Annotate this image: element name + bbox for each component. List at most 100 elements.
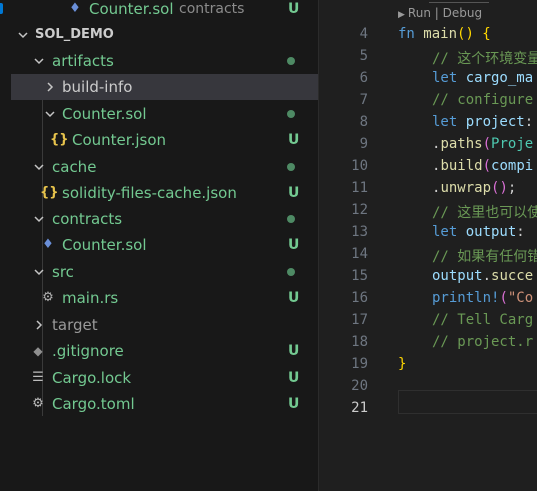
token: // Tell Carg [432,312,534,328]
token: // 这个环境变量 [432,51,537,67]
token: let [432,224,466,240]
line-number: 20 [351,378,368,394]
token: // project.r [432,334,534,350]
line-number: 6 [359,70,368,86]
code-line: fn main() { [398,26,491,42]
folder-label: target [52,316,98,334]
file-label: solidity-files-cache.json [62,184,237,202]
untracked-badge: U [288,1,300,17]
line-number: 11 [351,180,368,196]
token: cargo_ma [465,70,534,86]
chevron-right-icon [43,74,57,103]
ethereum-icon: ♦ [69,1,81,16]
rust-icon: ⚙ [42,290,54,305]
file-main-rs[interactable]: ⚙ main.rs U [11,285,318,311]
line-number: 10 [351,158,368,174]
folder-label: cache [52,158,97,176]
file-counter-sol[interactable]: ♦ Counter.sol U [11,232,318,258]
active-line-number: 21 [351,400,368,416]
current-line-highlight [398,390,537,414]
line-number: 17 [351,312,368,328]
line-number: 5 [359,48,368,64]
code-line: // 这个环境变量 [432,48,537,68]
codelens-label: Run | Debug [407,6,483,20]
untracked-badge: U [288,343,300,359]
file-label: Cargo.toml [52,395,135,413]
folder-src[interactable]: src [11,259,318,285]
token: unwrap [440,180,492,196]
token: output [432,268,483,284]
previous-line-fragment [429,0,489,3]
folder-label: Counter.sol [62,105,147,123]
chevron-down-icon [32,154,46,182]
file-cargo-lock[interactable]: ☰ Cargo.lock U [11,365,318,391]
folder-label: contracts [52,210,123,228]
line-number: 14 [351,246,368,262]
token: ( [482,136,492,152]
untracked-badge: U [288,132,300,148]
chevron-down-icon [16,22,30,50]
folder-label: build-info [62,78,133,96]
untracked-badge: U [288,396,300,412]
code-line: // 如果有任何错 [432,246,537,266]
code-line: println!("Co [432,290,533,306]
file-label: Counter.sol [89,0,174,18]
line-number: 19 [351,356,368,372]
open-editor-counter-sol[interactable]: ♦ Counter.sol contracts U [11,0,318,22]
folder-counter-sol[interactable]: Counter.sol [11,101,318,127]
file-label: Counter.json [72,131,166,149]
token: project [465,114,525,130]
code-line: .unwrap(); [432,180,516,196]
code-line: output.succe [432,268,533,284]
code-editor[interactable]: ▶ Run | Debug 4 5 6 7 8 9 10 11 12 13 14 … [319,0,537,491]
line-number: 13 [351,224,368,240]
chevron-down-icon [32,206,46,234]
line-number: 18 [351,334,368,350]
token: . [482,268,492,284]
token: let [432,70,466,86]
untracked-badge: U [288,290,300,306]
untracked-badge: U [288,237,300,253]
token: () { [457,26,491,42]
file-counter-json[interactable]: {} Counter.json U [11,127,318,153]
token: ( [482,158,492,174]
folder-label: artifacts [52,52,114,70]
untracked-badge: U [288,370,300,386]
token: ; [507,180,517,196]
untracked-badge: U [288,185,300,201]
file-solidity-files-cache-json[interactable]: {} solidity-files-cache.json U [11,180,318,206]
modified-dot [287,110,295,118]
gear-icon: ⚙ [32,396,44,411]
file-description: contracts [179,1,245,17]
folder-contracts[interactable]: contracts [11,206,318,232]
codelens-run-debug[interactable]: ▶ Run | Debug [398,6,482,20]
line-number: 4 [359,26,368,42]
ethereum-icon: ♦ [42,237,54,252]
file-cargo-toml[interactable]: ⚙ Cargo.toml U [11,391,318,417]
token: fn [398,26,424,42]
token: Proje [491,136,534,152]
token: // 这里也可以使 [432,205,537,221]
token: : [524,114,534,130]
code-line: // configure [432,92,533,108]
lines-icon: ☰ [32,370,44,385]
token: // configure [432,92,534,108]
code-line: } [398,356,406,372]
file-gitignore[interactable]: ◆ .gitignore U [11,338,318,364]
folder-artifacts[interactable]: artifacts [11,48,318,74]
token: println! [432,290,500,306]
explorer-panel: ♦ Counter.sol contracts U SOL_DEMO artif… [11,0,318,491]
folder-target[interactable]: target [11,312,318,338]
token: paths [440,136,483,152]
token: succe [491,268,534,284]
line-number: 15 [351,268,368,284]
file-label: Cargo.lock [52,369,132,387]
workspace-label: SOL_DEMO [35,27,114,42]
workspace-root[interactable]: SOL_DEMO [11,22,318,48]
folder-cache[interactable]: cache [11,154,318,180]
line-number: 8 [359,114,368,130]
token: let [432,114,466,130]
folder-build-info[interactable]: build-info [11,74,318,100]
code-line: let output: [432,224,533,240]
chevron-down-icon [43,101,57,129]
